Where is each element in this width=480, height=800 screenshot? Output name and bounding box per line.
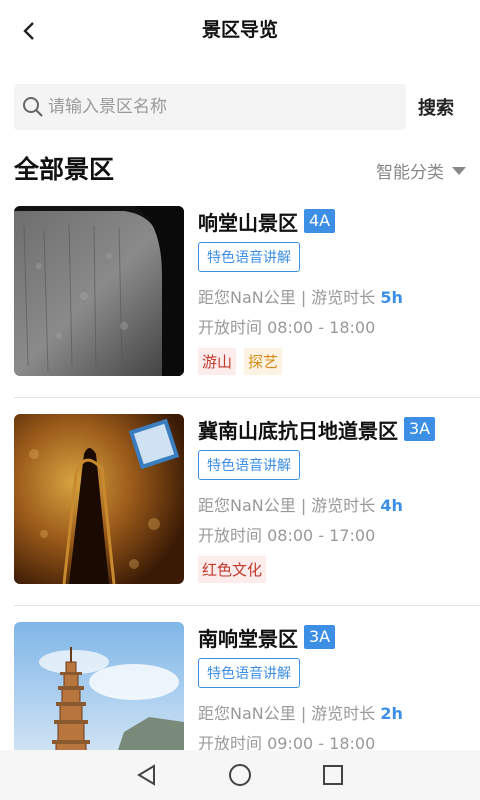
scenic-spot-card[interactable]: 响堂山景区 4A 特色语音讲解 距您NaN公里 | 游览时长 5h 开放时间 0… xyxy=(0,204,480,412)
triangle-back-icon xyxy=(136,764,155,786)
search-input[interactable] xyxy=(48,97,388,117)
level-badge: 4A xyxy=(304,209,336,233)
divider xyxy=(14,397,480,398)
divider xyxy=(14,605,480,606)
spot-info: 冀南山底抗日地道景区 3A 特色语音讲解 距您NaN公里 | 游览时长 4h 开… xyxy=(198,412,468,583)
nav-back-button[interactable] xyxy=(131,759,163,791)
page-title: 景区导览 xyxy=(201,19,278,41)
cave-thumbnail[interactable] xyxy=(14,206,184,376)
opening-hours: 开放时间 09:00 - 18:00 xyxy=(198,734,376,750)
distance-duration: 距您NaN公里 | 游览时长 5h xyxy=(198,284,468,308)
search-icon xyxy=(23,97,43,117)
search-button[interactable]: 搜索 xyxy=(418,94,454,120)
circle-home-icon xyxy=(228,764,251,786)
spot-name[interactable]: 响堂山景区 xyxy=(198,207,298,236)
system-nav-bar xyxy=(0,750,480,800)
spot-info: 南响堂景区 3A 特色语音讲解 距您NaN公里 | 游览时长 2h 开放时间 0… xyxy=(198,620,468,750)
opening-hours: 开放时间 08:00 - 17:00 xyxy=(198,526,376,545)
distance-duration: 距您NaN公里 | 游览时长 4h xyxy=(198,492,468,516)
smart-category-filter[interactable]: 智能分类 xyxy=(376,158,466,183)
tag: 探艺 xyxy=(244,348,283,375)
nav-home-button[interactable] xyxy=(224,759,256,791)
search-bar: 搜索 xyxy=(0,84,480,130)
duration-value: 5h xyxy=(380,288,403,307)
tag: 红色文化 xyxy=(198,556,267,583)
duration-value: 4h xyxy=(380,496,403,515)
spot-name[interactable]: 冀南山底抗日地道景区 xyxy=(198,415,398,444)
scenic-spot-card[interactable]: 冀南山底抗日地道景区 3A 特色语音讲解 距您NaN公里 | 游览时长 4h 开… xyxy=(0,412,480,620)
spot-info: 响堂山景区 4A 特色语音讲解 距您NaN公里 | 游览时长 5h 开放时间 0… xyxy=(198,204,468,375)
audio-guide-button[interactable]: 特色语音讲解 xyxy=(198,242,300,272)
distance-duration: 距您NaN公里 | 游览时长 2h xyxy=(198,700,468,724)
nav-recents-button[interactable] xyxy=(317,759,349,791)
square-recents-icon xyxy=(323,765,344,785)
scenic-spot-list: 响堂山景区 4A 特色语音讲解 距您NaN公里 | 游览时长 5h 开放时间 0… xyxy=(0,204,480,750)
search-box[interactable] xyxy=(14,84,406,130)
dropdown-arrow-icon xyxy=(452,166,466,175)
distance-text: 距您NaN公里 | 游览时长 xyxy=(198,496,381,515)
duration-value: 2h xyxy=(380,704,403,723)
distance-text: 距您NaN公里 | 游览时长 xyxy=(198,704,381,723)
section-title: 全部景区 xyxy=(14,155,115,184)
app-header: 景区导览 xyxy=(0,0,480,58)
audio-guide-button[interactable]: 特色语音讲解 xyxy=(198,658,300,688)
tag-list: 红色文化 xyxy=(198,556,468,583)
level-badge: 3A xyxy=(404,417,436,441)
distance-text: 距您NaN公里 | 游览时长 xyxy=(198,288,381,307)
audio-guide-button[interactable]: 特色语音讲解 xyxy=(198,450,300,480)
tunnel-thumbnail[interactable] xyxy=(14,414,184,584)
opening-hours: 开放时间 08:00 - 18:00 xyxy=(198,318,376,337)
tag-list: 游山 探艺 xyxy=(198,348,468,375)
level-badge: 3A xyxy=(304,625,336,649)
filter-label: 智能分类 xyxy=(376,163,444,183)
pagoda-thumbnail[interactable] xyxy=(14,622,184,750)
scenic-spot-card[interactable]: 南响堂景区 3A 特色语音讲解 距您NaN公里 | 游览时长 2h 开放时间 0… xyxy=(0,620,480,750)
spot-name[interactable]: 南响堂景区 xyxy=(198,623,298,652)
section-header: 全部景区 智能分类 xyxy=(0,150,480,188)
tag: 游山 xyxy=(198,348,237,375)
